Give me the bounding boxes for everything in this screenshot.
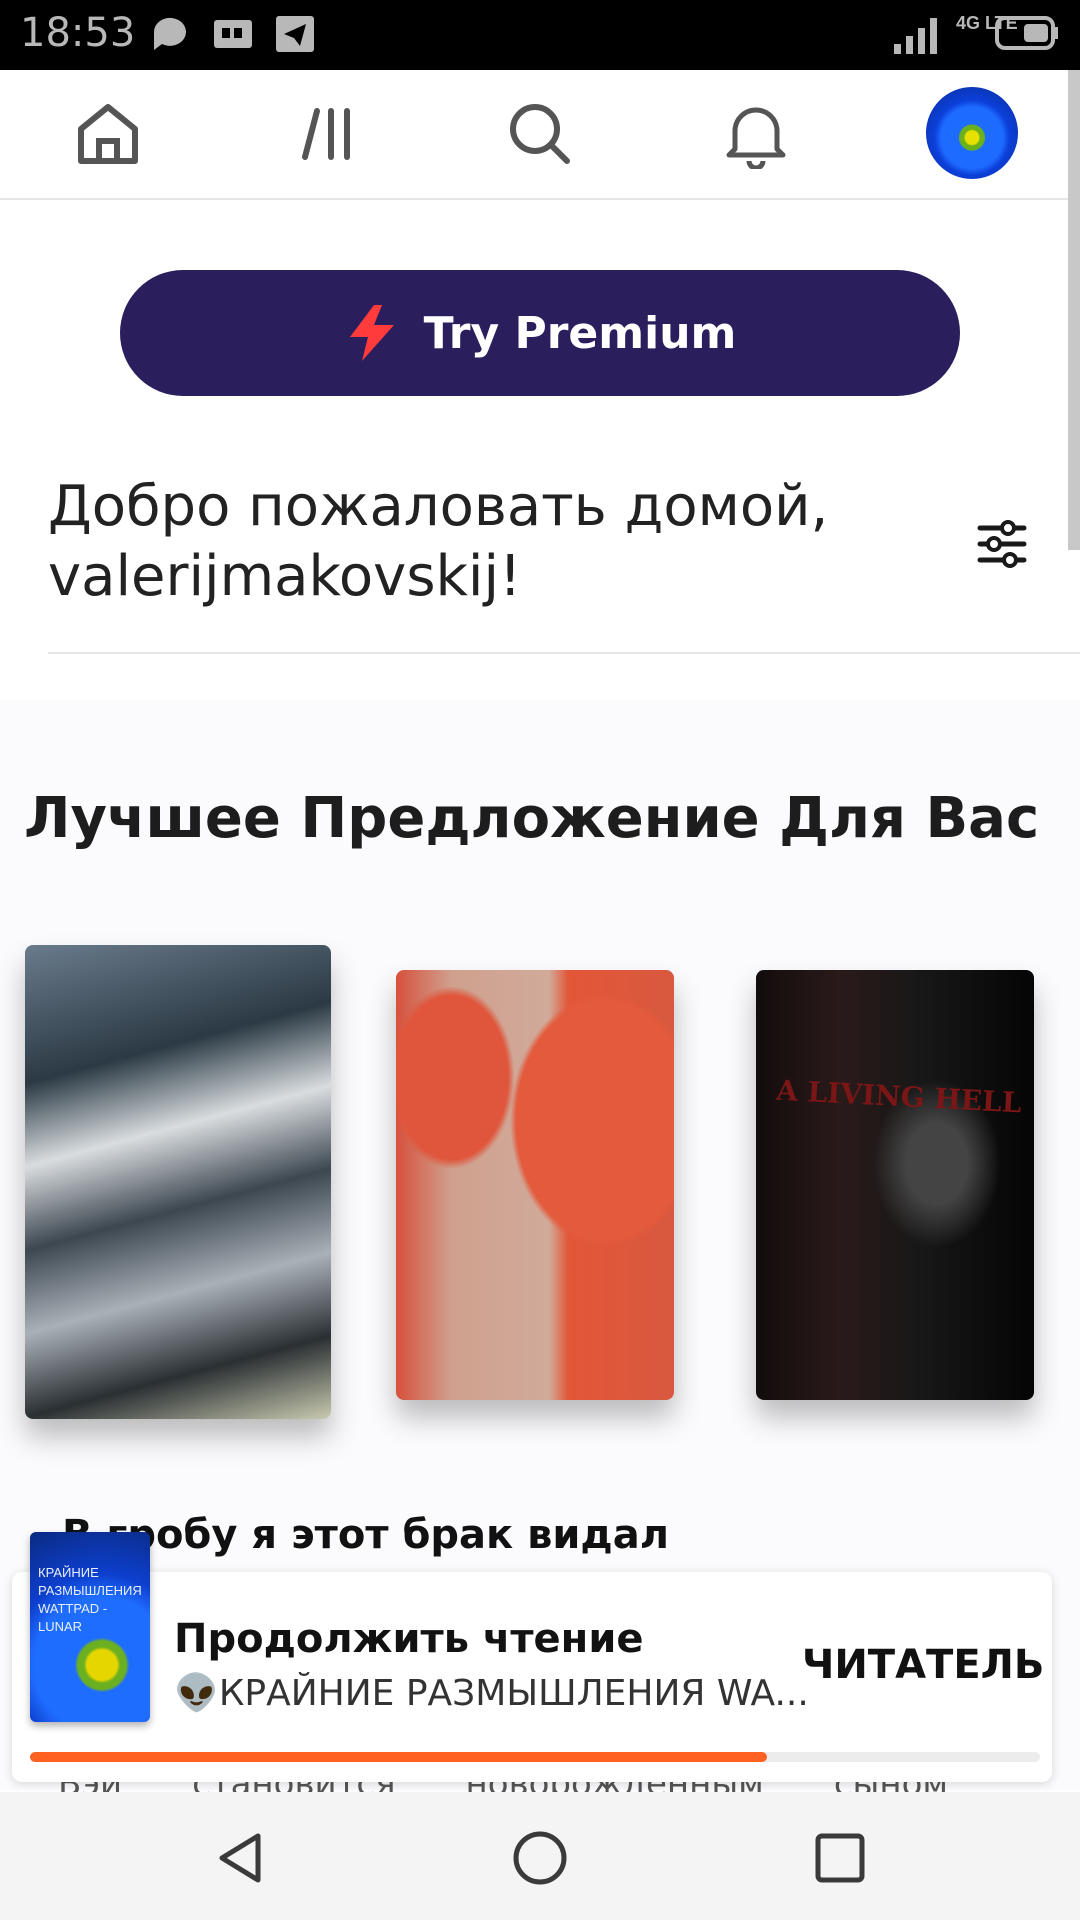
continue-cover-text: КРАЙНИЕ РАЗМЫШЛЕНИЯ WATTPAD -LUNAR <box>38 1565 142 1634</box>
welcome-username: valerijmakovskij! <box>48 544 522 609</box>
divider <box>48 652 1080 654</box>
home-icon <box>78 104 138 164</box>
selected-story-title[interactable]: В гробу я этот брак видал <box>62 1512 669 1558</box>
continue-reading-title: Продолжить чтение <box>174 1616 644 1662</box>
status-time: 18:53 <box>20 10 136 56</box>
continue-reading-cover[interactable]: КРАЙНИЕ РАЗМЫШЛЕНИЯ WATTPAD -LUNAR <box>30 1532 150 1722</box>
system-recents-button[interactable] <box>800 1818 880 1898</box>
system-nav-bar <box>0 1792 1080 1920</box>
story-cover-3[interactable]: A LIVING HELL <box>756 970 1034 1400</box>
nav-notifications-button[interactable] <box>708 86 804 182</box>
home-circle-icon <box>513 1831 567 1885</box>
nav-search-button[interactable] <box>492 86 588 182</box>
status-bar: 18:53 4G LTE <box>0 0 1080 70</box>
system-back-button[interactable] <box>200 1818 280 1898</box>
reader-button[interactable]: ЧИТАТЕЛЬ <box>802 1642 1044 1688</box>
story-cover-1[interactable] <box>25 945 331 1419</box>
sliders-icon <box>977 520 1027 568</box>
reading-progress-bar <box>30 1752 1040 1762</box>
system-home-button[interactable] <box>500 1818 580 1898</box>
battery-icon <box>995 16 1058 50</box>
section-title: Лучшее Предложение Для Вас <box>24 786 1040 851</box>
recents-square-icon <box>815 1833 865 1883</box>
continue-reading-book: 👽КРАЙНИЕ РАЗМЫШЛЕНИЯ WA... <box>174 1673 809 1714</box>
library-icon <box>302 108 350 160</box>
lightning-icon <box>349 305 394 361</box>
profile-avatar[interactable] <box>926 87 1018 179</box>
signal-icon <box>894 18 937 54</box>
reading-progress-fill <box>30 1752 768 1762</box>
scrollbar[interactable] <box>1068 70 1080 550</box>
nav-home-button[interactable] <box>60 86 156 182</box>
preferences-button[interactable] <box>970 512 1034 576</box>
welcome-line-1: Добро пожаловать домой, <box>48 474 829 539</box>
sim-icon <box>214 20 252 48</box>
try-premium-button[interactable]: Try Premium <box>120 270 960 396</box>
welcome-heading: Добро пожаловать домой, valerijmakovskij… <box>48 472 848 612</box>
back-triangle-icon <box>219 1833 261 1883</box>
cover-3-text: A LIVING HELL <box>775 1073 1023 1120</box>
bell-icon <box>726 107 786 169</box>
telegram-icon <box>276 16 314 52</box>
story-cover-2[interactable] <box>396 970 674 1400</box>
nav-library-button[interactable] <box>280 86 376 182</box>
message-icon <box>153 17 186 50</box>
continue-reading-card[interactable]: КРАЙНИЕ РАЗМЫШЛЕНИЯ WATTPAD -LUNAR Продо… <box>12 1532 1052 1782</box>
top-nav <box>0 70 1080 200</box>
search-icon <box>510 104 570 164</box>
try-premium-label: Try Premium <box>423 307 737 359</box>
